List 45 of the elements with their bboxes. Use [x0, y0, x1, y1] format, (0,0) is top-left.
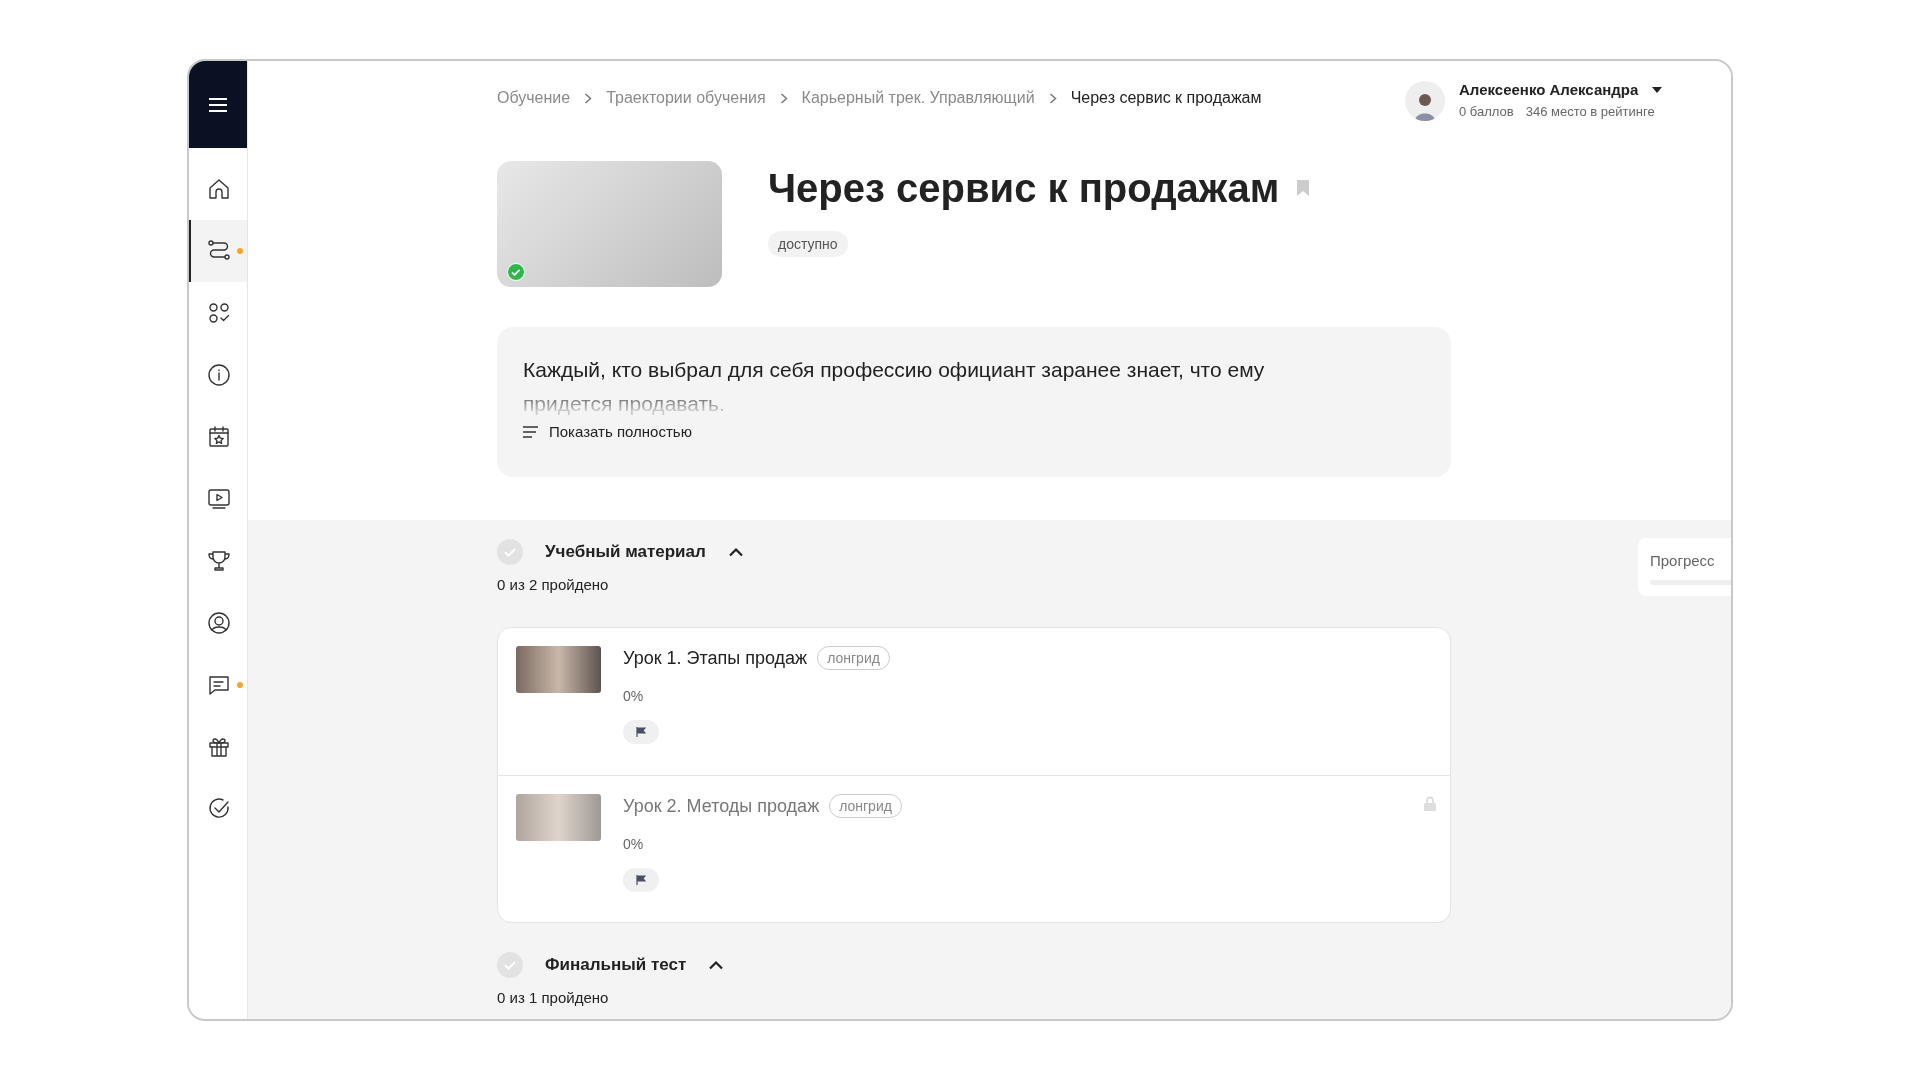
breadcrumb-current: Через сервис к продажам	[1070, 89, 1262, 107]
check-circle-icon	[497, 952, 523, 978]
home-icon	[207, 177, 231, 201]
section-title[interactable]: Учебный материал	[545, 542, 706, 562]
video-icon	[207, 487, 231, 511]
chevron-icon[interactable]	[708, 960, 725, 970]
breadcrumb-link[interactable]: Траектории обучения	[606, 89, 766, 107]
progress-label: Прогресс	[1650, 552, 1715, 569]
show-more-button[interactable]: Показать полностью	[523, 423, 692, 440]
sidebar-item[interactable]	[189, 220, 247, 282]
flag-icon	[623, 720, 659, 744]
status-badge: доступно	[768, 231, 848, 257]
chevron-right-icon	[779, 92, 788, 104]
check-icon	[207, 797, 231, 821]
lesson-title: Урок 2. Методы продаж	[623, 795, 820, 817]
calendar-icon	[207, 425, 231, 449]
breadcrumb-link[interactable]: Обучение	[497, 89, 571, 107]
user-name[interactable]: Алексеенко Александра	[1459, 81, 1639, 98]
chevron-icon[interactable]	[727, 547, 744, 557]
lesson-row[interactable]: Урок 2. Методы продаж лонгрид 0%	[498, 775, 1450, 922]
caret-icon[interactable]	[1652, 86, 1663, 93]
info-icon	[207, 363, 231, 387]
chevron-right-icon	[584, 92, 593, 104]
section-progress-text: 0 из 1 пройдено	[497, 989, 610, 1006]
flag-icon	[623, 868, 659, 892]
lesson-progress-text: 0%	[623, 688, 644, 704]
check-circle-icon	[497, 539, 523, 565]
course-title: Через сервис к продажам	[768, 165, 1280, 212]
lesson-row[interactable]: Урок 1. Этапы продаж лонгрид 0%	[498, 628, 1450, 775]
lesson-title: Урок 1. Этапы продаж	[623, 647, 808, 669]
section-progress-text: 0 из 2 пройдено	[497, 576, 610, 593]
points-text: 0 баллов	[1459, 104, 1514, 119]
route-icon	[207, 239, 231, 263]
chevron-right-icon	[1048, 92, 1057, 104]
gift-icon	[207, 735, 231, 759]
lesson-progress-text: 0%	[623, 836, 644, 852]
section-title[interactable]: Финальный тест	[545, 955, 687, 975]
lines-icon	[523, 425, 539, 438]
menu-icon[interactable]	[208, 96, 228, 113]
apps-icon	[207, 301, 231, 325]
chat-icon	[207, 673, 231, 697]
description-text: Каждый, кто выбрал для себя профессию официант заранее знает, что ему придется продавать.	[523, 357, 1266, 417]
avatar[interactable]	[1405, 81, 1445, 121]
trophy-icon	[207, 549, 231, 573]
rank-text: 346 место в рейтинге	[1525, 104, 1655, 119]
